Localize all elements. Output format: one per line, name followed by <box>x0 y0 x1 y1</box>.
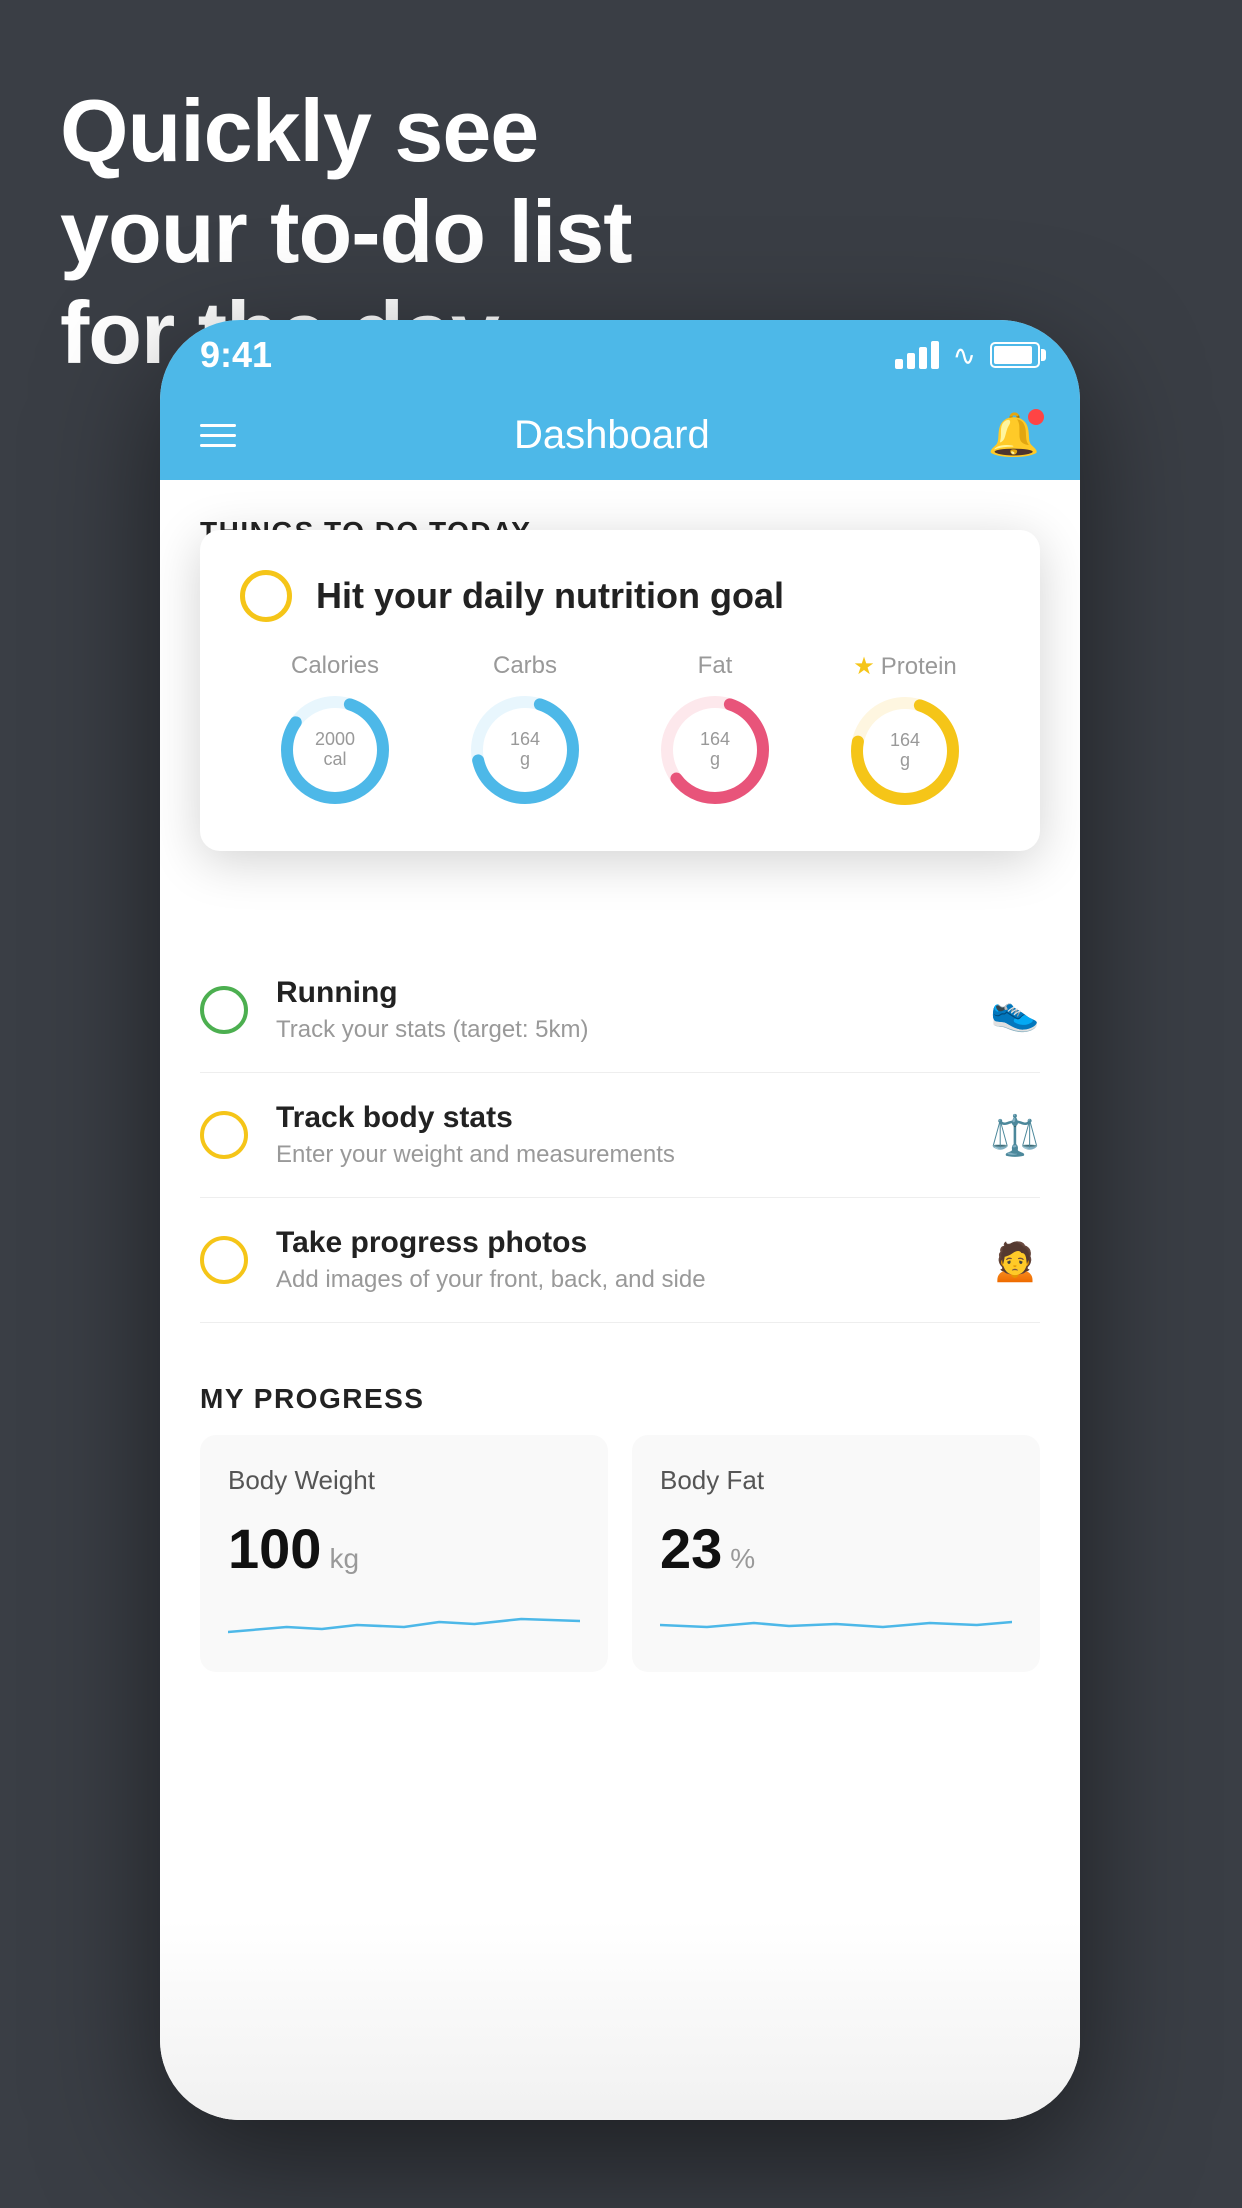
running-sub: Track your stats (target: 5km) <box>276 1016 962 1044</box>
wifi-icon: ∿ <box>953 339 976 372</box>
photos-content: Take progress photos Add images of your … <box>276 1226 962 1294</box>
todo-item-bodystats[interactable]: Track body stats Enter your weight and m… <box>200 1073 1040 1198</box>
running-circle <box>200 986 248 1034</box>
status-icons: ∿ <box>895 339 1040 372</box>
todo-item-photos[interactable]: Take progress photos Add images of your … <box>200 1198 1040 1323</box>
running-content: Running Track your stats (target: 5km) <box>276 976 962 1044</box>
fat-donut: 164 g <box>655 690 775 810</box>
battery-icon <box>990 342 1040 368</box>
body-fat-sparkline <box>660 1597 1012 1647</box>
bodystats-sub: Enter your weight and measurements <box>276 1141 962 1169</box>
body-fat-unit: % <box>730 1543 755 1575</box>
header-title: Dashboard <box>514 413 710 458</box>
menu-button[interactable] <box>200 424 236 447</box>
nutrition-row: Calories 2000 cal Carbs <box>240 652 1000 811</box>
body-weight-unit: kg <box>329 1543 359 1575</box>
body-weight-value: 100 kg <box>228 1516 580 1581</box>
nutrition-card-title: Hit your daily nutrition goal <box>316 575 784 617</box>
phone-body: THINGS TO DO TODAY Hit your daily nutrit… <box>160 480 1080 2120</box>
bodystats-circle <box>200 1111 248 1159</box>
signal-icon <box>895 341 939 369</box>
body-weight-card[interactable]: Body Weight 100 kg <box>200 1435 608 1672</box>
carbs-item: Carbs 164 g <box>465 652 585 810</box>
fat-label: Fat <box>698 652 733 680</box>
body-weight-number: 100 <box>228 1516 321 1581</box>
running-title: Running <box>276 976 962 1010</box>
calories-item: Calories 2000 cal <box>275 652 395 810</box>
carbs-label: Carbs <box>493 652 557 680</box>
photos-title: Take progress photos <box>276 1226 962 1260</box>
status-bar: 9:41 ∿ <box>160 320 1080 390</box>
carbs-donut: 164 g <box>465 690 585 810</box>
notification-dot <box>1028 409 1044 425</box>
photos-circle <box>200 1236 248 1284</box>
body-fat-card[interactable]: Body Fat 23 % <box>632 1435 1040 1672</box>
nutrition-card[interactable]: Hit your daily nutrition goal Calories 2… <box>200 530 1040 851</box>
protein-value: 164 g <box>890 731 920 771</box>
progress-cards: Body Weight 100 kg Body Fat 23 % <box>200 1435 1040 1672</box>
calories-value: 2000 cal <box>315 730 355 770</box>
notification-button[interactable]: 🔔 <box>988 411 1040 460</box>
todo-item-running[interactable]: Running Track your stats (target: 5km) 👟 <box>200 948 1040 1073</box>
calories-donut: 2000 cal <box>275 690 395 810</box>
body-weight-label: Body Weight <box>228 1465 580 1496</box>
protein-label: ★ Protein <box>853 652 957 681</box>
carbs-value: 164 g <box>510 730 540 770</box>
fade-overlay <box>160 1920 1080 2120</box>
calories-label: Calories <box>291 652 379 680</box>
progress-section: MY PROGRESS Body Weight 100 kg Body Fat <box>160 1353 1080 1712</box>
fat-value: 164 g <box>700 730 730 770</box>
body-fat-label: Body Fat <box>660 1465 1012 1496</box>
shoe-icon: 👟 <box>990 987 1040 1034</box>
scale-icon: ⚖️ <box>990 1112 1040 1159</box>
bodystats-title: Track body stats <box>276 1101 962 1135</box>
app-header: Dashboard 🔔 <box>160 390 1080 480</box>
nutrition-card-header: Hit your daily nutrition goal <box>240 570 1000 622</box>
phone-frame: 9:41 ∿ Dashboard 🔔 THI <box>160 320 1080 2120</box>
status-time: 9:41 <box>200 334 272 376</box>
progress-title: MY PROGRESS <box>200 1353 1040 1435</box>
body-fat-number: 23 <box>660 1516 722 1581</box>
body-weight-sparkline <box>228 1597 580 1647</box>
todo-list: Running Track your stats (target: 5km) 👟… <box>160 948 1080 1323</box>
star-icon: ★ <box>853 652 875 681</box>
bodystats-content: Track body stats Enter your weight and m… <box>276 1101 962 1169</box>
body-fat-value: 23 % <box>660 1516 1012 1581</box>
photos-sub: Add images of your front, back, and side <box>276 1266 962 1294</box>
protein-item: ★ Protein 164 g <box>845 652 965 811</box>
nutrition-circle <box>240 570 292 622</box>
fat-item: Fat 164 g <box>655 652 775 810</box>
person-icon: 🙍 <box>990 1237 1040 1284</box>
protein-donut: 164 g <box>845 691 965 811</box>
